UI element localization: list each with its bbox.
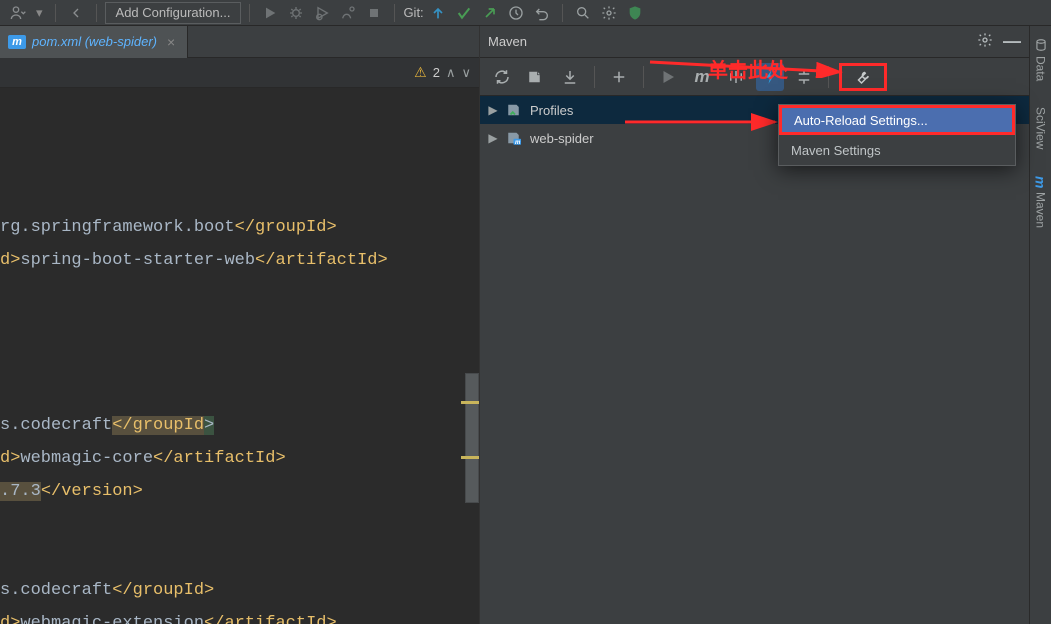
gutter-mark — [461, 401, 479, 404]
debug-icon[interactable] — [284, 2, 308, 24]
run-icon[interactable] — [654, 63, 682, 91]
popup-maven-settings[interactable]: Maven Settings — [779, 135, 1015, 165]
wrench-icon[interactable] — [839, 63, 887, 91]
separator — [594, 66, 595, 88]
close-icon[interactable]: × — [163, 34, 179, 50]
separator — [394, 4, 395, 22]
update-icon[interactable] — [426, 2, 450, 24]
next-highlight-icon[interactable]: ∨ — [461, 65, 471, 81]
code-editor[interactable]: rg.springframework.boot</groupId> d>spri… — [0, 88, 479, 624]
gear-icon[interactable] — [977, 32, 993, 51]
toggle-skip-tests-icon[interactable] — [722, 63, 750, 91]
profiles-icon — [506, 101, 524, 119]
maven-tree: ▶ Profiles ▶ m web-spider — [480, 96, 1029, 624]
vtab-data[interactable]: Data — [1032, 32, 1050, 87]
show-dependencies-icon[interactable] — [790, 63, 818, 91]
m-icon[interactable]: m — [688, 63, 716, 91]
editor-tab-bar: m pom.xml (web-spider) × — [0, 26, 479, 58]
commit-icon[interactable] — [452, 2, 476, 24]
git-label: Git: — [403, 5, 423, 20]
separator — [643, 66, 644, 88]
editor-panel: m pom.xml (web-spider) × ⚠ 2 ∧ ∨ rg.spri… — [0, 26, 480, 624]
settings-popup: Auto-Reload Settings... Maven Settings — [778, 104, 1016, 166]
chevron-down-icon: ▾ — [32, 2, 47, 24]
add-icon[interactable] — [605, 63, 633, 91]
separator — [562, 4, 563, 22]
minimize-icon[interactable]: — — [1003, 31, 1021, 52]
history-icon[interactable] — [504, 2, 528, 24]
popup-auto-reload[interactable]: Auto-Reload Settings... — [779, 105, 1015, 135]
maven-project-icon: m — [506, 129, 524, 147]
editor-tab[interactable]: m pom.xml (web-spider) × — [0, 26, 188, 58]
warning-count: 2 — [433, 65, 440, 80]
maven-title: Maven — [488, 34, 527, 49]
chevron-right-icon[interactable]: ▶ — [486, 103, 500, 117]
run-icon[interactable] — [258, 2, 282, 24]
user-icon[interactable] — [6, 2, 30, 24]
stop-icon[interactable] — [362, 2, 386, 24]
offline-mode-icon[interactable] — [756, 63, 784, 91]
editor-scrollbar-thumb[interactable] — [465, 373, 479, 503]
add-configuration-button[interactable]: Add Configuration... — [105, 2, 242, 24]
coverage-icon[interactable] — [310, 2, 334, 24]
back-icon[interactable] — [64, 2, 88, 24]
prev-highlight-icon[interactable]: ∧ — [446, 65, 456, 81]
tree-label: Profiles — [530, 103, 573, 118]
rollback-icon[interactable] — [530, 2, 554, 24]
search-icon[interactable] — [571, 2, 595, 24]
shield-icon[interactable] — [623, 2, 647, 24]
reimport-icon[interactable] — [488, 63, 516, 91]
tree-label: web-spider — [530, 131, 594, 146]
tab-title: pom.xml (web-spider) — [32, 34, 157, 49]
chevron-right-icon[interactable]: ▶ — [486, 131, 500, 145]
separator — [249, 4, 250, 22]
vtab-sciview[interactable]: SciView — [1032, 101, 1050, 155]
editor-status-row: ⚠ 2 ∧ ∨ — [0, 58, 479, 88]
main-toolbar: ▾ Add Configuration... Git: — [0, 0, 1051, 26]
maven-file-icon: m — [8, 35, 26, 49]
separator — [96, 4, 97, 22]
right-tool-tabs: Data SciView m Maven — [1029, 26, 1051, 624]
generate-sources-icon[interactable] — [522, 63, 550, 91]
maven-toolbar: m — [480, 58, 1029, 96]
maven-header: Maven — — [480, 26, 1029, 58]
profile-icon[interactable] — [336, 2, 360, 24]
separator — [55, 4, 56, 22]
separator — [828, 66, 829, 88]
gear-icon[interactable] — [597, 2, 621, 24]
download-icon[interactable] — [556, 63, 584, 91]
push-icon[interactable] — [478, 2, 502, 24]
svg-text:m: m — [515, 140, 521, 146]
warning-icon[interactable]: ⚠ — [414, 64, 427, 81]
vtab-maven[interactable]: m Maven — [1031, 170, 1051, 234]
gutter-mark — [461, 456, 479, 459]
